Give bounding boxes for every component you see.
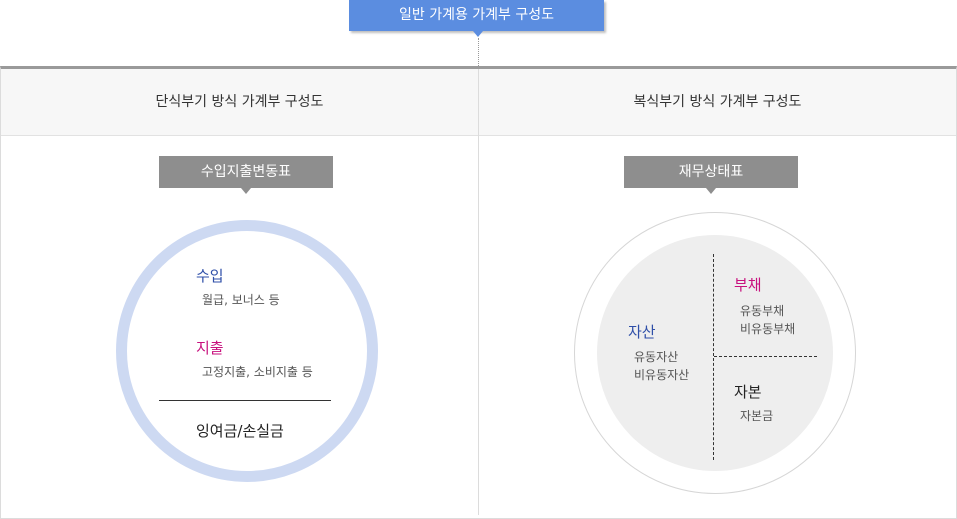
equity-item: 자본금 bbox=[740, 409, 774, 423]
liabilities-title: 부채 bbox=[734, 276, 762, 294]
liabilities-item: 유동부채 bbox=[740, 304, 785, 318]
badge-pointer bbox=[473, 31, 483, 37]
balance-sheet-inner-circle bbox=[597, 235, 833, 471]
right-column-title: 복식부기 방식 가계부 구성도 bbox=[633, 94, 802, 110]
surplus-deficit-label: 잉여금/손실금 bbox=[196, 422, 284, 440]
income-title: 수입 bbox=[196, 267, 224, 285]
dotted-connector bbox=[478, 38, 479, 66]
assets-item: 비유동자산 bbox=[634, 368, 690, 382]
equity-title: 자본 bbox=[734, 383, 762, 401]
column-divider bbox=[478, 69, 479, 515]
liabilities-item: 비유동부채 bbox=[740, 322, 796, 336]
income-expense-statement-label: 수입지출변동표 bbox=[159, 156, 333, 188]
income-description: 월급, 보너스 등 bbox=[202, 293, 280, 307]
assets-item: 유동자산 bbox=[634, 350, 679, 364]
expense-title: 지출 bbox=[196, 339, 224, 357]
assets-title: 자산 bbox=[628, 323, 656, 341]
left-column-title: 단식부기 방식 가계부 구성도 bbox=[155, 94, 324, 110]
vertical-dashed-divider bbox=[713, 254, 714, 460]
expense-description: 고정지출, 소비지출 등 bbox=[202, 365, 313, 379]
label-pointer bbox=[241, 188, 251, 194]
diagram-title-badge: 일반 가계용 가계부 구성도 bbox=[349, 0, 604, 31]
balance-sheet-label: 재무상태표 bbox=[624, 156, 798, 188]
sum-line bbox=[159, 400, 331, 401]
horizontal-dashed-divider bbox=[714, 356, 817, 357]
income-expense-circle bbox=[116, 220, 378, 482]
label-pointer bbox=[706, 188, 716, 194]
